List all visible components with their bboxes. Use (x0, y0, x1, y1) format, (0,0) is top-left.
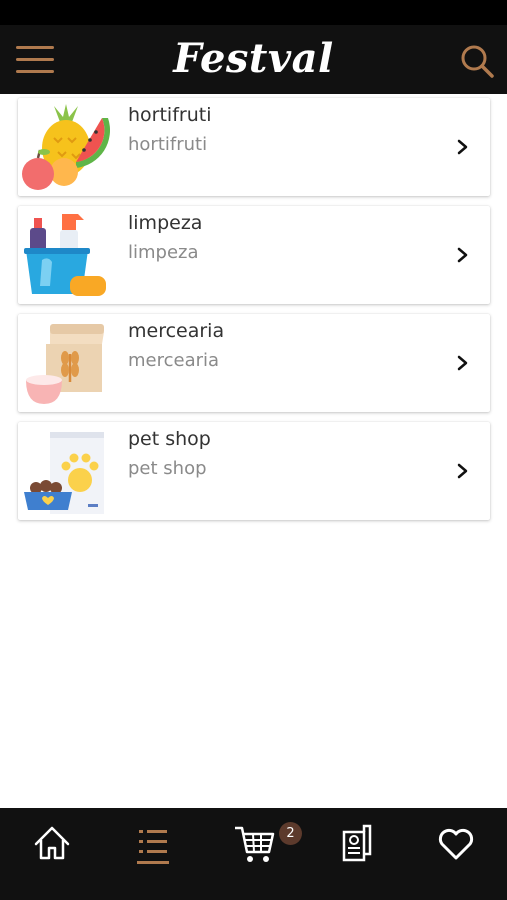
cart-count-badge: 2 (279, 822, 302, 845)
brand-logo: Festval (173, 35, 334, 82)
nav-home[interactable] (30, 822, 74, 866)
card-title: mercearia (128, 320, 225, 342)
list-icon (137, 830, 169, 864)
cleaning-supplies-icon (24, 214, 106, 296)
status-bar (0, 0, 507, 25)
receipt-icon (342, 824, 372, 862)
nav-cart[interactable] (232, 822, 276, 866)
fruits-icon (22, 104, 111, 190)
app-header: Festval (0, 25, 507, 94)
card-subtitle: hortifruti (128, 134, 208, 155)
nav-categories[interactable] (131, 824, 175, 868)
nav-favorites[interactable] (434, 822, 478, 866)
category-card-mercearia[interactable]: mercearia mercearia (18, 314, 490, 412)
card-title: hortifruti (128, 104, 212, 126)
card-title: pet shop (128, 428, 211, 450)
category-card-pet-shop[interactable]: pet shop pet shop (18, 422, 490, 520)
card-subtitle: mercearia (128, 350, 220, 371)
chevron-right-icon (457, 355, 468, 371)
bottom-nav (0, 808, 507, 900)
search-button[interactable] (458, 42, 496, 80)
chevron-right-icon (457, 139, 468, 155)
grocery-bag-icon (26, 324, 104, 404)
card-subtitle: pet shop (128, 458, 207, 479)
card-title: limpeza (128, 212, 203, 234)
category-card-limpeza[interactable]: limpeza limpeza (18, 206, 490, 304)
nav-orders[interactable] (334, 822, 378, 866)
category-list: hortifruti hortifruti limpeza limpeza me… (0, 94, 507, 808)
heart-icon (438, 828, 474, 860)
card-subtitle: limpeza (128, 242, 199, 263)
pet-food-icon (24, 432, 104, 514)
home-icon (34, 826, 70, 860)
chevron-right-icon (457, 463, 468, 479)
cart-icon (235, 826, 275, 862)
chevron-right-icon (457, 247, 468, 263)
search-icon (461, 45, 494, 78)
category-card-hortifruti[interactable]: hortifruti hortifruti (18, 98, 490, 196)
